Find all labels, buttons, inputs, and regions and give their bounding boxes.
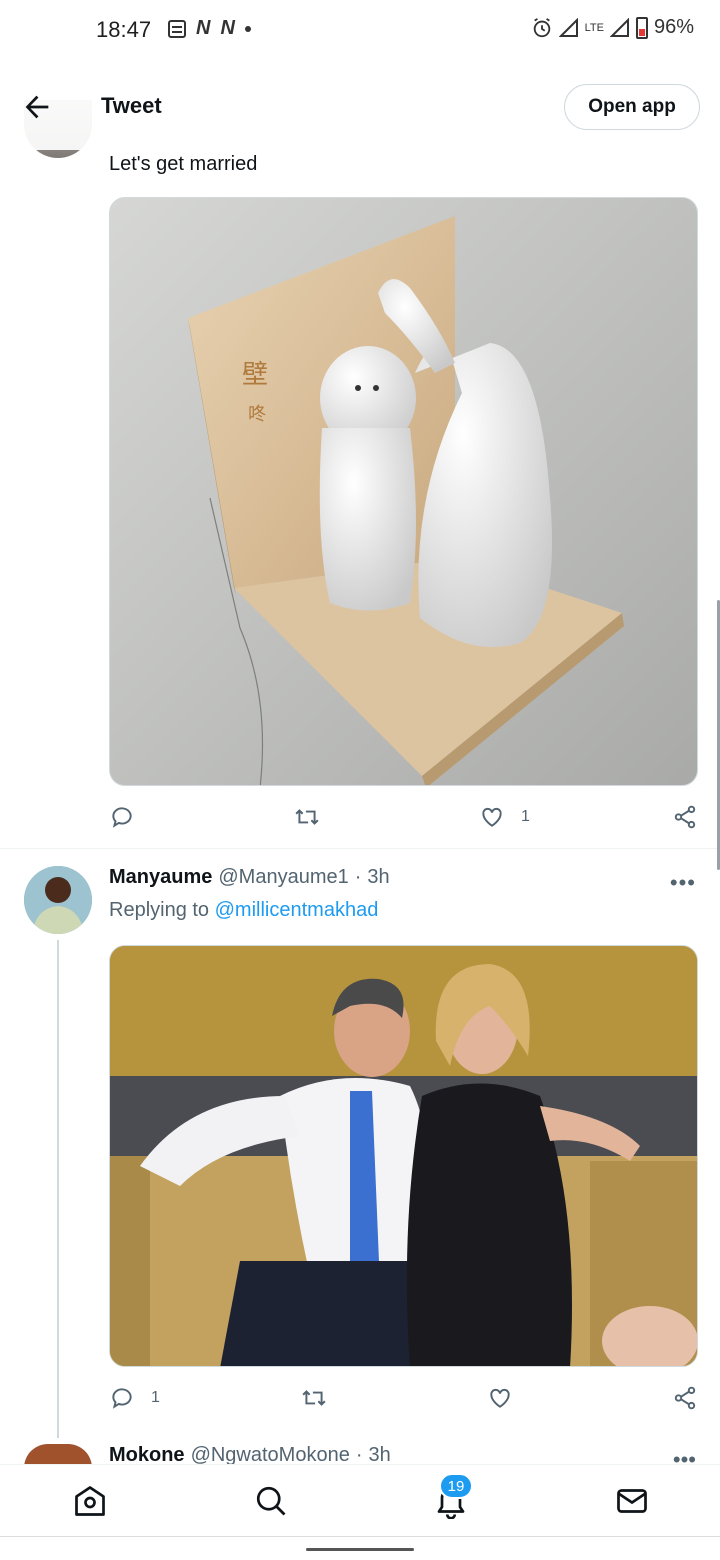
battery-percent: 96% <box>653 16 694 38</box>
share-icon <box>674 805 696 829</box>
tweet-time[interactable]: 3h <box>367 866 389 889</box>
status-system-icons: LTE 96% <box>531 16 694 39</box>
figurines-photo: 壁 咚 <box>110 198 697 785</box>
replying-to-link[interactable]: @millicentmakhad <box>215 899 379 921</box>
more-notifications-icon <box>244 25 251 32</box>
status-time: 18:47 <box>96 17 152 42</box>
search-icon[interactable] <box>253 1483 289 1519</box>
signal-icon <box>558 17 578 37</box>
more-options-icon[interactable]: ••• <box>673 1447 696 1463</box>
retweet-button[interactable] <box>293 804 321 830</box>
reply-count: 1 <box>151 1389 160 1406</box>
author-name[interactable]: Manyaume <box>109 866 212 889</box>
reply-button[interactable]: 1 <box>109 1385 160 1411</box>
tweet-author[interactable]: Mokone @NgwatoMokone · 3h <box>109 1444 391 1464</box>
tweet-text: Let's get married <box>109 153 258 175</box>
tweet-image[interactable] <box>109 945 698 1367</box>
heart-icon <box>490 1388 510 1408</box>
network-type-label: LTE <box>584 21 604 34</box>
share-icon <box>674 1386 696 1410</box>
author-name[interactable]: Mokone <box>109 1444 185 1464</box>
replying-to-label: Replying to <box>109 899 210 921</box>
more-options-icon[interactable]: ••• <box>670 870 696 896</box>
tweet-time[interactable]: 3h <box>369 1444 391 1464</box>
message-notification-icon <box>168 19 186 38</box>
system-navigation-area <box>0 1536 720 1560</box>
avatar-photo <box>24 866 92 934</box>
tweet-actions: 1 <box>109 1378 698 1418</box>
bottom-navigation <box>0 1464 720 1536</box>
author-handle[interactable]: @Manyaume1 <box>218 866 348 889</box>
reply-icon <box>112 1388 132 1409</box>
like-button[interactable]: 1 <box>479 804 530 830</box>
svg-text:咚: 咚 <box>248 404 266 425</box>
top-app-bar: Tweet Open app <box>0 60 720 150</box>
separator: · <box>354 866 362 888</box>
tweet-image[interactable]: 壁 咚 <box>109 197 698 786</box>
home-gesture-bar[interactable] <box>306 1548 414 1551</box>
thread-line <box>57 940 59 1438</box>
separator: · <box>355 1444 363 1464</box>
like-count: 1 <box>521 808 530 825</box>
avatar[interactable] <box>24 866 92 934</box>
reply-button[interactable] <box>109 804 135 830</box>
messages-icon[interactable] <box>614 1483 650 1519</box>
back-arrow-icon[interactable] <box>20 90 54 124</box>
like-button[interactable] <box>487 1385 513 1411</box>
notification-count-badge: 19 <box>439 1473 473 1499</box>
status-bar: 18:47 N N LTE 96% <box>0 0 720 60</box>
signal-icon <box>609 17 629 37</box>
alarm-icon <box>533 17 550 37</box>
app-notification-icon: N <box>196 17 211 39</box>
battery-icon <box>635 16 648 39</box>
svg-text:壁: 壁 <box>242 360 268 390</box>
tweet-actions: 1 <box>109 797 698 837</box>
retweet-button[interactable] <box>300 1385 328 1411</box>
status-notification-icons: N N <box>168 17 251 40</box>
author-handle[interactable]: @NgwatoMokone <box>191 1444 350 1464</box>
retweet-icon <box>302 1390 326 1406</box>
open-app-button[interactable]: Open app <box>564 84 700 130</box>
home-icon[interactable] <box>72 1483 108 1519</box>
couple-photo <box>110 946 697 1366</box>
reply-icon <box>112 807 132 828</box>
tweet-divider <box>0 848 720 849</box>
page-title: Tweet <box>101 93 162 118</box>
app-notification-icon: N <box>220 17 235 39</box>
heart-icon <box>482 807 502 827</box>
share-button[interactable] <box>672 1385 698 1411</box>
replying-to: Replying to @millicentmakhad <box>109 899 378 922</box>
retweet-icon <box>295 809 319 825</box>
tweet-author[interactable]: Manyaume @Manyaume1 · 3h <box>109 866 390 889</box>
share-button[interactable] <box>672 804 698 830</box>
